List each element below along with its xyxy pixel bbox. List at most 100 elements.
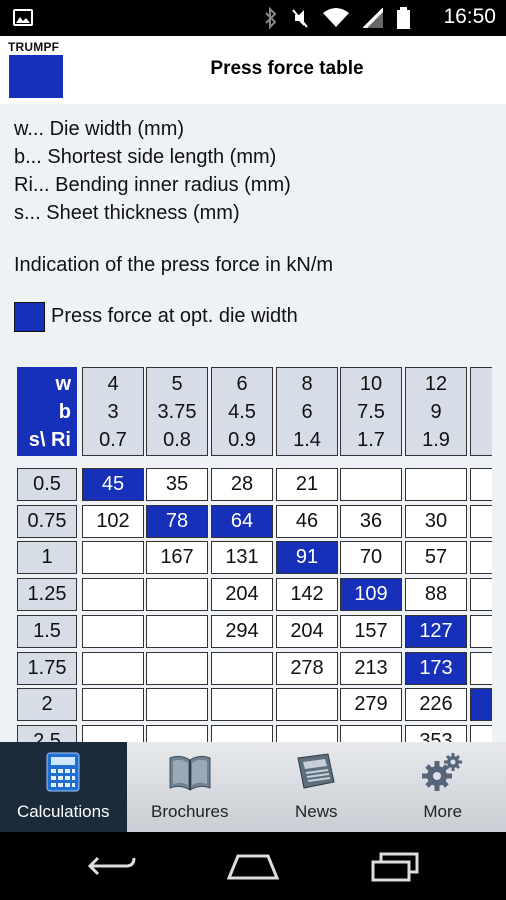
legend-inner-radius: Ri... Bending inner radius (mm)	[14, 174, 291, 196]
home-icon[interactable]	[226, 852, 280, 880]
table-cell	[146, 725, 208, 742]
table-cell: 102	[82, 505, 144, 538]
column-header-value: 1.7	[357, 428, 385, 451]
table-corner-header: w b s\ Ri	[17, 367, 77, 456]
table-cell-optimal: 173	[405, 652, 467, 685]
table-cell: 70	[340, 541, 402, 574]
corner-w: w	[55, 373, 71, 395]
column-header-value: 1.9	[422, 428, 450, 451]
table-cell	[211, 725, 273, 742]
table-cell	[146, 688, 208, 721]
table-cell	[470, 725, 492, 742]
table-cell	[82, 615, 144, 648]
table-cell: 36	[340, 505, 402, 538]
legend-side-length: b... Shortest side length (mm)	[14, 146, 277, 168]
optimal-swatch	[14, 302, 45, 332]
content-area[interactable]: w... Die width (mm) b... Shortest side l…	[0, 104, 506, 742]
column-header-value: 0.9	[228, 428, 256, 451]
table-cell	[276, 688, 338, 721]
tab-brochures[interactable]: Brochures	[127, 742, 254, 832]
tab-calculations[interactable]: Calculations	[0, 742, 127, 832]
column-header-value: 3	[107, 400, 119, 423]
legend-die-width: w... Die width (mm)	[14, 118, 185, 140]
table-cell	[470, 468, 492, 501]
column-header-value: 8	[301, 372, 313, 395]
column-header-value: 10	[359, 372, 383, 395]
table-cell: 21	[276, 468, 338, 501]
tab-label: News	[294, 802, 338, 821]
legend-sheet-thickness: s... Sheet thickness (mm)	[14, 202, 240, 224]
battery-icon	[397, 7, 410, 29]
corner-s-ri: s\ Ri	[28, 429, 71, 451]
table-cell: 294	[211, 615, 273, 648]
bluetooth-icon	[265, 7, 277, 29]
table-cell	[146, 652, 208, 685]
app-header: TRUMPF Press force table	[0, 36, 506, 104]
table-cell: 28	[211, 468, 273, 501]
row-header-thickness: 1.75	[17, 652, 77, 685]
column-header-value: 7.5	[357, 400, 385, 423]
tab-label: Brochures	[151, 802, 229, 821]
table-cell	[146, 578, 208, 611]
table-cell	[82, 578, 144, 611]
column-header: 112	[470, 367, 492, 456]
table-cell	[146, 615, 208, 648]
calculator-icon	[46, 752, 80, 792]
column-header: 8 6 1.4	[276, 367, 338, 456]
table-cell-optimal: 45	[82, 468, 144, 501]
swatch-label: Press force at opt. die width	[51, 305, 298, 327]
table-cell: 279	[340, 688, 402, 721]
table-cell: 6	[470, 578, 492, 611]
row-header-thickness: 2	[17, 688, 77, 721]
row-header-thickness: 2.5	[17, 725, 77, 742]
press-force-table[interactable]: w b s\ Ri 4 3 0.7 5 3.75 0.8 6 4.5 0.9 8 6 1.4 10 7.5…	[16, 363, 492, 742]
clock: 16:50	[443, 5, 496, 28]
row-header-thickness: 0.5	[17, 468, 77, 501]
table-cell-optimal: 78	[146, 505, 208, 538]
column-header-value: 12	[424, 372, 448, 395]
column-header-value: 4	[107, 372, 119, 395]
row-header-thickness: 1.5	[17, 615, 77, 648]
signal-icon	[363, 8, 383, 28]
tab-label: More	[423, 802, 463, 821]
logo-text: TRUMPF	[8, 40, 60, 54]
table-cell: 46	[276, 505, 338, 538]
table-cell: 213	[340, 652, 402, 685]
status-icons	[265, 6, 410, 30]
system-navigation-bar	[0, 832, 506, 900]
column-header-value: 0.8	[163, 428, 191, 451]
column-header: 12 9 1.9	[405, 367, 467, 456]
table-cell: 35	[146, 468, 208, 501]
page-title: Press force table	[210, 58, 364, 79]
newspaper-icon	[297, 753, 335, 789]
table-cell: 204	[211, 578, 273, 611]
corner-b: b	[58, 401, 71, 423]
gears-icon	[421, 753, 462, 791]
column-header: 5 3.75 0.8	[146, 367, 208, 456]
row-header-thickness: 0.75	[17, 505, 77, 538]
table-cell: 131	[211, 541, 273, 574]
column-header: 4 3 0.7	[82, 367, 144, 456]
tab-more[interactable]: More	[380, 742, 506, 832]
column-header-value: 1.4	[293, 428, 321, 451]
bottom-navigation: Calculations Brochures News More	[0, 742, 506, 832]
table-cell: 1	[470, 652, 492, 685]
table-cell-optimal: 91	[276, 541, 338, 574]
back-icon[interactable]	[88, 852, 138, 880]
table-cell	[340, 468, 402, 501]
table-cell	[340, 725, 402, 742]
row-header-thickness: 1	[17, 541, 77, 574]
recents-icon[interactable]	[370, 850, 420, 882]
table-cell	[82, 652, 144, 685]
table-cell	[405, 468, 467, 501]
column-header-value: 6	[236, 372, 248, 395]
table-cell: 353	[405, 725, 467, 742]
table-cell	[82, 541, 144, 574]
column-header-value: 0.7	[99, 428, 127, 451]
column-header-value: 4.5	[228, 400, 256, 423]
table-cell	[470, 505, 492, 538]
tab-news[interactable]: News	[253, 742, 380, 832]
column-header-value: 3.75	[157, 400, 197, 423]
table-cell: 30	[405, 505, 467, 538]
table-cell: 157	[340, 615, 402, 648]
